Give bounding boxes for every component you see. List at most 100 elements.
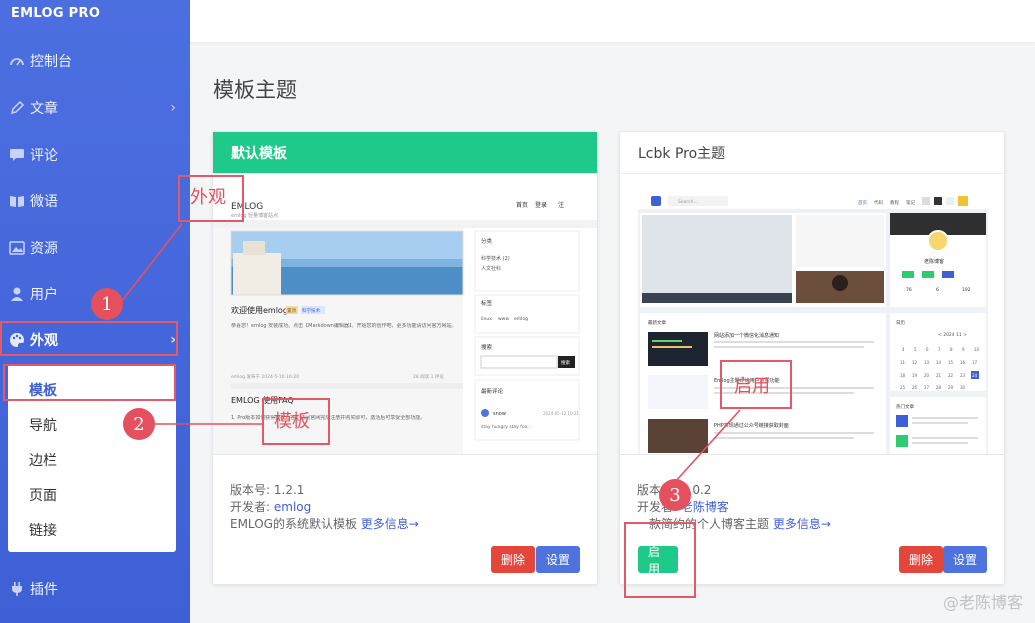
plug-icon bbox=[8, 580, 26, 598]
template-preview[interactable]: Search... 首页 代码 教程 笔记 老陈博客 76 6 192 最新文章… bbox=[620, 175, 1004, 455]
author-link[interactable]: emlog bbox=[274, 500, 311, 514]
sidebar-item-plugins[interactable]: 插件 bbox=[0, 569, 190, 609]
delete-button[interactable]: 删除 bbox=[899, 546, 944, 573]
preview-nav-home: 首页 bbox=[516, 201, 528, 209]
svg-text:12: 12 bbox=[912, 360, 918, 365]
svg-text:日历: 日历 bbox=[896, 320, 905, 326]
sidebar-item-label: 资源 bbox=[30, 241, 58, 257]
submenu-item-sidebar[interactable]: 边栏 bbox=[29, 450, 57, 470]
svg-text:最新评论: 最新评论 bbox=[481, 387, 504, 395]
svg-text:老陈博客: 老陈博客 bbox=[924, 258, 944, 265]
svg-text:最新文章: 最新文章 bbox=[648, 319, 666, 326]
template-name: 默认模板 bbox=[213, 132, 597, 174]
preview-post-title: 欢迎使用emlog bbox=[231, 305, 288, 315]
top-bar bbox=[190, 0, 1035, 42]
svg-text:搜索: 搜索 bbox=[481, 343, 493, 351]
annotation-step-2: 2 bbox=[123, 408, 155, 440]
chevron-right-icon: › bbox=[170, 100, 176, 116]
sidebar-item-label: 评论 bbox=[30, 148, 58, 164]
sidebar-item-label: 文章 bbox=[30, 101, 58, 117]
svg-text:科学技术 (2): 科学技术 (2) bbox=[481, 255, 510, 262]
svg-text:6: 6 bbox=[936, 287, 939, 293]
preview-post-text: 恭喜您！emlog 安装成功。点击【Markdown编辑器】。开始您的创作吧，更… bbox=[231, 323, 457, 329]
svg-text:15: 15 bbox=[948, 360, 954, 365]
author-label: 开发者: bbox=[230, 500, 271, 514]
template-meta: 版本号: 1.2.1 开发者: emlog EMLOG的系统默认模板 更多信息→ bbox=[230, 482, 419, 533]
preview-nav-reg: 注 bbox=[558, 201, 564, 209]
sidebar-item-dashboard[interactable]: 控制台 bbox=[0, 41, 190, 81]
sidebar-item-label: 用户 bbox=[30, 287, 58, 303]
svg-text:stay hungry stay foo...: stay hungry stay foo... bbox=[481, 424, 532, 430]
svg-text:18: 18 bbox=[900, 373, 906, 378]
svg-text:首页: 首页 bbox=[858, 199, 867, 206]
sidebar-item-resources[interactable]: 资源 bbox=[0, 228, 190, 268]
user-icon bbox=[8, 285, 26, 303]
svg-text:< 2024 11 >: < 2024 11 > bbox=[938, 332, 967, 338]
preview-post-meta: emlog 发布于 2024-5-10 16:20 bbox=[231, 373, 299, 380]
preview-post-tag: 置顶 bbox=[287, 308, 296, 314]
svg-text:搜索: 搜索 bbox=[561, 359, 570, 366]
template-card-default: 默认模板 EMLOG emlog 轻量博客站点 首页 登录 注 欢迎使用emlo… bbox=[212, 131, 598, 585]
svg-text:20: 20 bbox=[924, 373, 930, 378]
annotation-label: 启用 bbox=[734, 376, 770, 397]
svg-text:14: 14 bbox=[936, 360, 942, 365]
svg-text:22: 22 bbox=[948, 373, 954, 378]
lcbk-theme-screenshot: Search... 首页 代码 教程 笔记 老陈博客 76 6 192 最新文章… bbox=[638, 193, 988, 454]
svg-text:linux: linux bbox=[481, 316, 492, 322]
pencil-icon bbox=[8, 99, 26, 117]
annotation-box-appearance bbox=[0, 321, 178, 356]
watermark: @老陈博客 bbox=[942, 593, 1023, 612]
submenu-item-links[interactable]: 链接 bbox=[29, 520, 57, 540]
annotation-label: 模板 bbox=[274, 411, 310, 432]
svg-text:笔记: 笔记 bbox=[906, 199, 915, 206]
settings-button[interactable]: 设置 bbox=[536, 546, 581, 573]
version-value: 1.2.1 bbox=[273, 483, 305, 497]
annotation-step-3: 3 bbox=[659, 479, 691, 511]
svg-text:2024-05-12 10:21: 2024-05-12 10:21 bbox=[543, 411, 580, 416]
svg-text:19: 19 bbox=[912, 373, 918, 378]
svg-text:29: 29 bbox=[948, 385, 954, 390]
svg-text:28: 28 bbox=[936, 385, 942, 390]
svg-text:snow: snow bbox=[493, 411, 506, 417]
version-label: 版本号: bbox=[230, 483, 271, 497]
sidebar-item-label: 控制台 bbox=[30, 54, 72, 70]
svg-text:23: 23 bbox=[960, 373, 966, 378]
preview-nav-login: 登录 bbox=[535, 201, 547, 209]
preview-widget-category: 分类 bbox=[481, 237, 493, 245]
brand-logo[interactable]: EMLOG PRO bbox=[11, 6, 100, 21]
book-icon bbox=[8, 192, 26, 210]
annotation-step-1: 1 bbox=[91, 288, 123, 320]
svg-text:21: 21 bbox=[936, 373, 942, 378]
submenu-item-navigation[interactable]: 导航 bbox=[29, 415, 57, 435]
annotation-label: 外观 bbox=[190, 187, 226, 208]
annotation-box-templates bbox=[3, 364, 176, 401]
svg-text:Search...: Search... bbox=[678, 199, 698, 205]
svg-text:192: 192 bbox=[962, 287, 971, 293]
svg-text:30: 30 bbox=[960, 385, 966, 390]
svg-text:11: 11 bbox=[900, 360, 906, 365]
svg-text:网站添加一个微信化消息通知: 网站添加一个微信化消息通知 bbox=[714, 332, 779, 339]
svg-text:10: 10 bbox=[974, 347, 980, 352]
delete-button[interactable]: 删除 bbox=[491, 546, 536, 573]
more-info-link[interactable]: 更多信息→ bbox=[773, 517, 831, 531]
svg-text:教程: 教程 bbox=[890, 199, 899, 206]
sidebar-item-comments[interactable]: 评论 bbox=[0, 135, 190, 175]
svg-text:www: www bbox=[498, 317, 509, 322]
template-name: Lcbk Pro主题 bbox=[620, 132, 1004, 174]
svg-text:PHP实现通过公众号链接获取封面: PHP实现通过公众号链接获取封面 bbox=[714, 422, 789, 429]
settings-button[interactable]: 设置 bbox=[943, 546, 988, 573]
svg-text:76: 76 bbox=[906, 287, 912, 293]
more-info-link[interactable]: 更多信息→ bbox=[361, 517, 419, 531]
image-icon bbox=[8, 239, 26, 257]
template-description: EMLOG的系统默认模板 bbox=[230, 517, 357, 531]
submenu-item-pages[interactable]: 页面 bbox=[29, 485, 57, 505]
svg-text:26: 26 bbox=[912, 385, 918, 390]
svg-text:13: 13 bbox=[924, 360, 930, 365]
page-title: 模板主题 bbox=[213, 78, 297, 102]
sidebar-item-micro[interactable]: 微语 bbox=[0, 181, 190, 221]
sidebar-item-label: 插件 bbox=[30, 582, 58, 598]
sidebar-item-posts[interactable]: 文章 › bbox=[0, 88, 190, 128]
preview-post-tag: 科学技术 bbox=[302, 307, 320, 314]
svg-text:17: 17 bbox=[972, 360, 978, 365]
svg-text:代码: 代码 bbox=[874, 199, 883, 206]
